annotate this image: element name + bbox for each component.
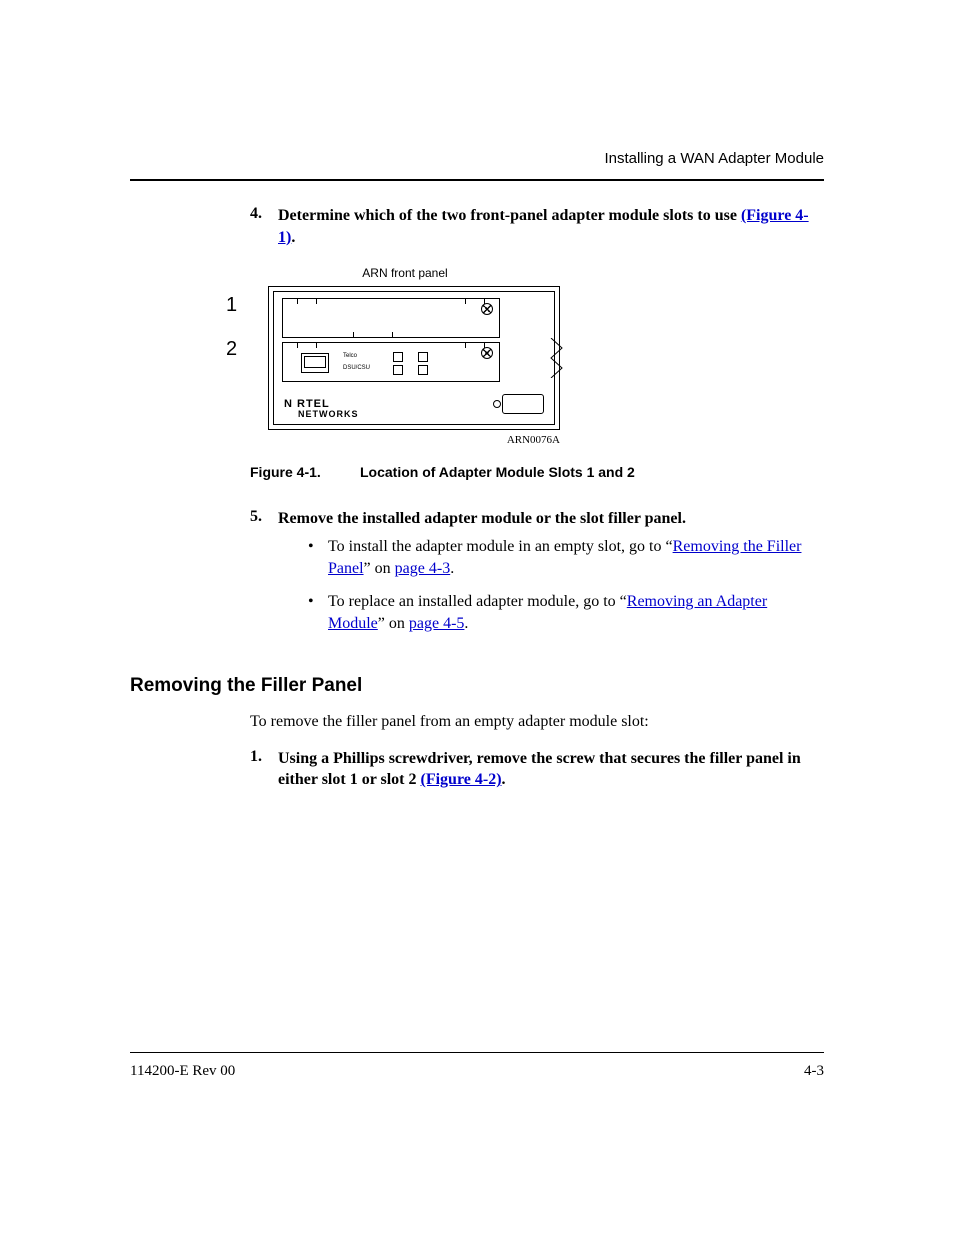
led-icon [393, 352, 403, 362]
step-5: 5. Remove the installed adapter module o… [250, 508, 824, 645]
step5-text: Remove the installed adapter module or t… [278, 510, 686, 527]
footer-rule [130, 1052, 824, 1053]
panel-frame: Telco DSU/CSU N RTEL NETWORKS [268, 286, 560, 430]
nortel-logo: N RTEL NETWORKS [284, 400, 359, 418]
section-intro: To remove the filler panel from an empty… [250, 711, 824, 733]
callout-2: 2 [226, 338, 237, 361]
section-heading: Removing the Filler Panel [130, 675, 824, 697]
step-text: Determine which of the two front-panel a… [278, 205, 824, 248]
body-content: 4. Determine which of the two front-pane… [130, 205, 824, 791]
step-4: 4. Determine which of the two front-pane… [250, 205, 824, 248]
substep-1: 1. Using a Phillips screwdriver, remove … [250, 748, 824, 791]
page-4-3-link[interactable]: page 4-3 [395, 560, 451, 577]
brand-line2: NETWORKS [284, 410, 359, 418]
slot-1 [282, 298, 500, 338]
bullet-mid: ” on [378, 615, 409, 632]
break-indicator-icon [550, 338, 570, 378]
clip-icon [297, 342, 317, 348]
clip-icon [297, 298, 317, 304]
slot-2: Telco DSU/CSU [282, 342, 500, 382]
step4-pretext: Determine which of the two front-panel a… [278, 207, 741, 224]
figure-4-2-link[interactable]: (Figure 4-2) [421, 771, 502, 788]
bullet-pre: To replace an installed adapter module, … [328, 593, 627, 610]
footer-doc-id: 114200-E Rev 00 [130, 1063, 235, 1080]
page-footer: 114200-E Rev 00 4-3 [130, 1052, 824, 1080]
bullet-post: . [464, 615, 468, 632]
front-panel-diagram: 1 2 [250, 280, 560, 430]
figure-caption-label: Figure 4-1. [250, 464, 360, 480]
footer-page-number: 4-3 [804, 1063, 824, 1080]
step-number: 4. [250, 205, 278, 248]
handle-icon [353, 332, 393, 338]
running-header: Installing a WAN Adapter Module [130, 150, 824, 167]
figure-caption-text: Location of Adapter Module Slots 1 and 2 [360, 464, 635, 480]
figure-caption: Figure 4-1.Location of Adapter Module Sl… [250, 464, 824, 480]
step-number: 1. [250, 748, 278, 791]
led-icon [418, 365, 428, 375]
panel-inner: Telco DSU/CSU N RTEL NETWORKS [273, 291, 555, 425]
rj-port-inner-icon [304, 356, 326, 368]
list-item: To install the adapter module in an empt… [328, 536, 824, 581]
bullet-mid: ” on [364, 560, 395, 577]
screw-icon [481, 303, 493, 315]
figure-top-label: ARN front panel [250, 266, 560, 280]
step-number: 5. [250, 508, 278, 645]
figure-code: ARN0076A [250, 434, 560, 446]
list-item: To replace an installed adapter module, … [328, 591, 824, 636]
clip-icon [465, 298, 485, 304]
header-rule [130, 179, 824, 181]
figure-4-1: ARN front panel 1 2 [250, 266, 824, 480]
clip-icon [465, 342, 485, 348]
step4-posttext: . [291, 229, 295, 246]
page-4-5-link[interactable]: page 4-5 [409, 615, 465, 632]
step5-bullets: To install the adapter module in an empt… [278, 536, 824, 636]
substep1-pre: Using a Phillips screwdriver, remove the… [278, 750, 801, 789]
step-text: Using a Phillips screwdriver, remove the… [278, 748, 824, 791]
dsu-label: DSU/CSU [343, 365, 370, 371]
led-icon [418, 352, 428, 362]
step-text: Remove the installed adapter module or t… [278, 508, 824, 645]
callout-1: 1 [226, 294, 237, 317]
bullet-pre: To install the adapter module in an empt… [328, 538, 673, 555]
screw-icon [481, 347, 493, 359]
serial-port-icon [502, 394, 544, 414]
bullet-post: . [450, 560, 454, 577]
telco-label: Telco [343, 353, 357, 359]
substep1-post: . [502, 771, 506, 788]
led-icon [393, 365, 403, 375]
